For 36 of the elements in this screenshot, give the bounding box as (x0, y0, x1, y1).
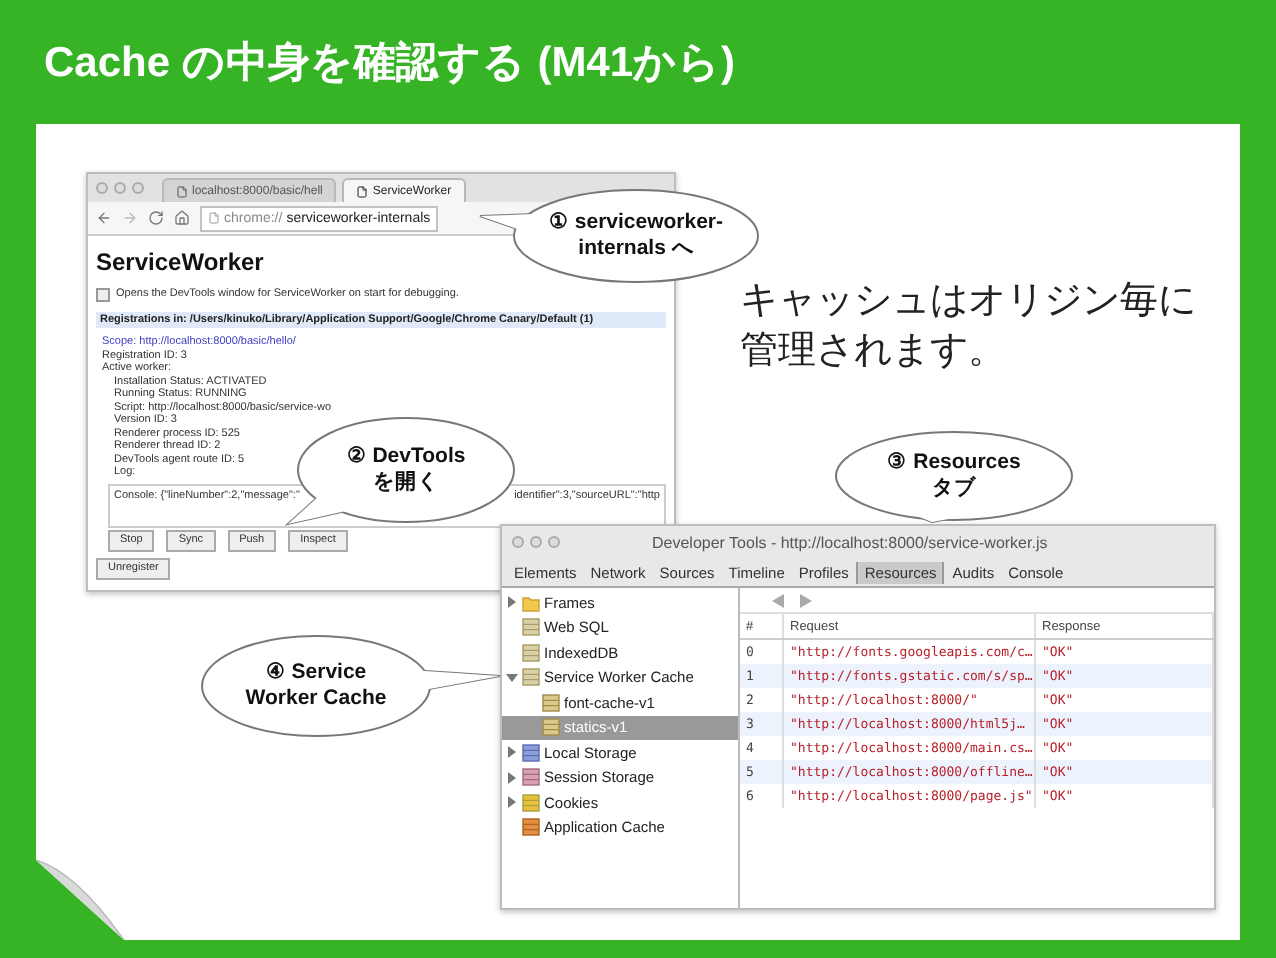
cookie-icon (522, 793, 540, 812)
page-icon (208, 212, 220, 224)
callout-text: internals へ (578, 236, 694, 262)
collapsed-arrow-icon[interactable] (506, 596, 518, 609)
previous-icon[interactable] (772, 593, 784, 607)
note-text: キャッシュはオリジン毎に (740, 278, 1196, 326)
window-title: Developer Tools - http://localhost:8000/service-worker.js (652, 533, 1048, 551)
checkbox[interactable] (96, 288, 110, 302)
storage-icon (522, 818, 540, 837)
storage-icon (542, 693, 560, 712)
reload-icon[interactable] (148, 210, 164, 226)
storage-icon (522, 668, 540, 687)
callout-text: を開く (373, 470, 439, 496)
callout-text: Worker Cache (245, 686, 387, 712)
storage-icon (522, 618, 540, 637)
storage-icon (542, 718, 560, 737)
note-text: 管理されます。 (740, 328, 1008, 376)
callout-text: ④ Service (265, 660, 367, 686)
page-curl-drawing (36, 856, 128, 940)
callout-text: ③ Resources (887, 450, 1021, 476)
next-icon[interactable] (800, 593, 812, 607)
page-heading: ServiceWorker (96, 248, 266, 276)
forward-icon[interactable] (122, 210, 138, 226)
folder-icon (522, 593, 540, 612)
page-icon (356, 185, 369, 197)
callout-text: タブ (932, 476, 976, 502)
storage-icon (522, 643, 540, 662)
home-icon[interactable] (174, 210, 190, 226)
slide-title: Cache の中身を確認する (M41から) (44, 38, 736, 90)
expanded-arrow-icon[interactable] (506, 671, 518, 684)
callout-text: ② DevTools (346, 444, 466, 470)
callout-text: ① serviceworker- (548, 210, 724, 236)
storage-icon (522, 743, 540, 762)
storage-icon (522, 768, 540, 787)
page-icon (176, 185, 188, 197)
back-icon[interactable] (96, 210, 112, 226)
